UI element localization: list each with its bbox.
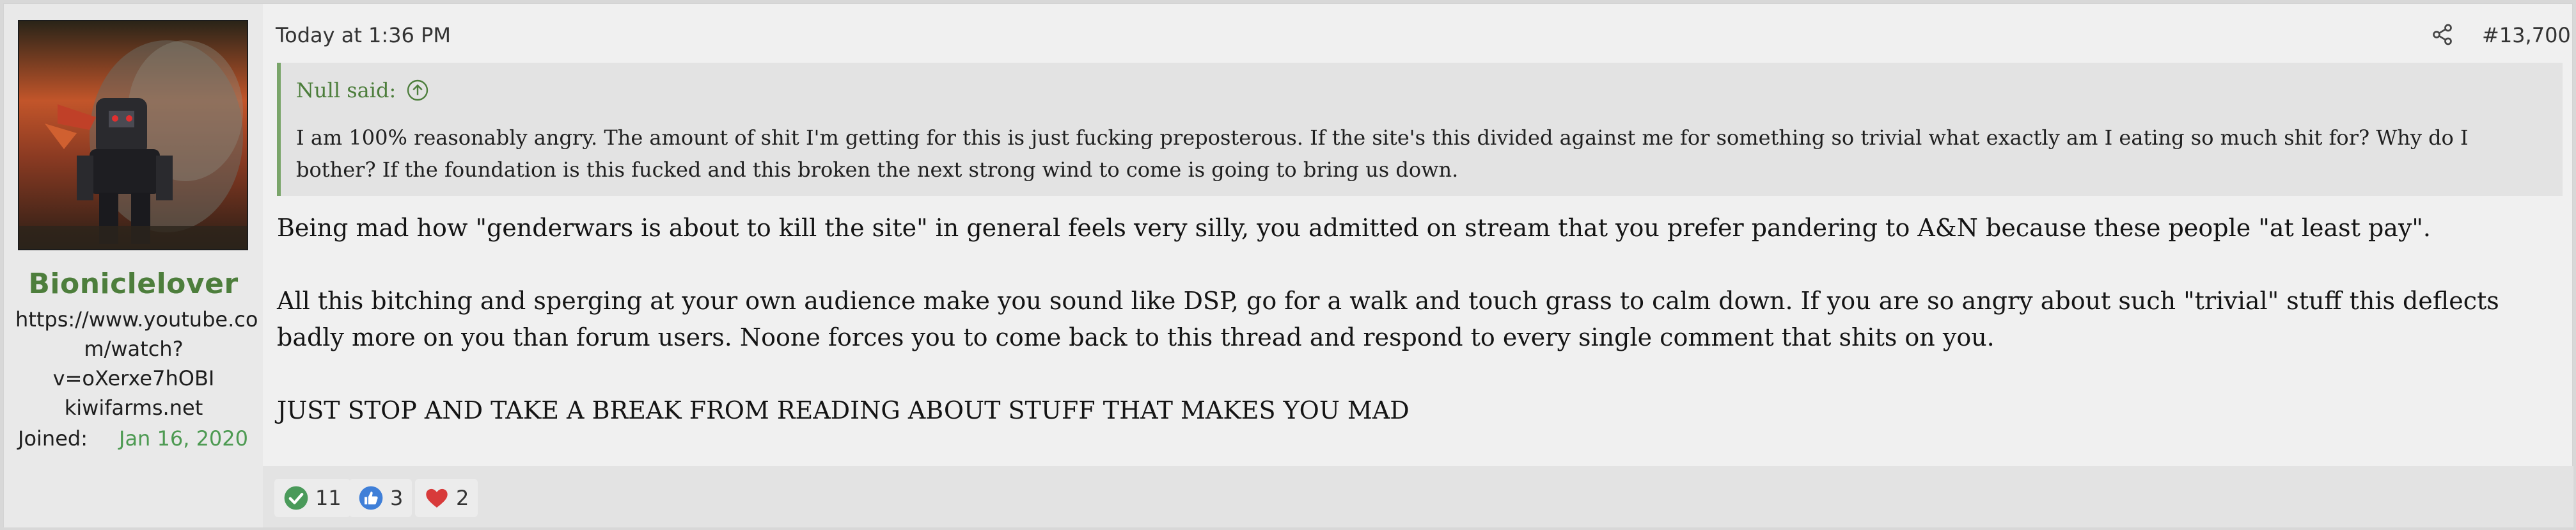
- reaction-check[interactable]: 11: [274, 479, 350, 517]
- avatar[interactable]: [18, 20, 248, 250]
- post-timestamp[interactable]: Today at 1:36 PM: [276, 23, 451, 47]
- reaction-count: 11: [315, 486, 342, 510]
- body-paragraph: Being mad how "genderwars is about to ki…: [277, 214, 2431, 242]
- joined-label: Joined:: [18, 426, 88, 451]
- heart-icon: [426, 488, 448, 508]
- reaction-count: 2: [456, 486, 469, 510]
- username[interactable]: Bioniclelover: [4, 268, 263, 300]
- reaction-heart[interactable]: 2: [415, 479, 478, 517]
- post-body: Being mad how "genderwars is about to ki…: [277, 210, 2566, 465]
- user-info-column: Bioniclelover https://www.youtube.co m/w…: [4, 4, 263, 527]
- quote-block: Null said: I am 100% reasonably angry. T…: [277, 63, 2563, 196]
- reaction-thumbs-up[interactable]: 3: [349, 479, 412, 517]
- body-paragraph: JUST STOP AND TAKE A BREAK FROM READING …: [277, 396, 1410, 424]
- arrow-up-icon[interactable]: [406, 79, 429, 102]
- quote-header: Null said:: [296, 78, 429, 102]
- body-paragraph: All this bitching and sperging at your o…: [277, 287, 2499, 351]
- quote-author: Null said:: [296, 78, 397, 102]
- post-number[interactable]: #13,700: [2482, 23, 2571, 47]
- reactions-bar: 11 3 2: [263, 466, 2573, 527]
- post-main: Today at 1:36 PM #13,700 Null said: I am…: [263, 4, 2573, 527]
- user-title: https://www.youtube.co m/watch? v=oXerxe…: [15, 307, 258, 420]
- reaction-count: 3: [390, 486, 404, 510]
- thumbs-up-icon: [359, 486, 383, 510]
- check-icon: [284, 486, 308, 510]
- share-icon[interactable]: [2431, 23, 2454, 46]
- post-container: Bioniclelover https://www.youtube.co m/w…: [3, 3, 2573, 527]
- quote-text: I am 100% reasonably angry. The amount o…: [296, 125, 2469, 182]
- joined-date: Jan 16, 2020: [119, 426, 248, 451]
- joined-row: Joined: Jan 16, 2020: [18, 426, 248, 451]
